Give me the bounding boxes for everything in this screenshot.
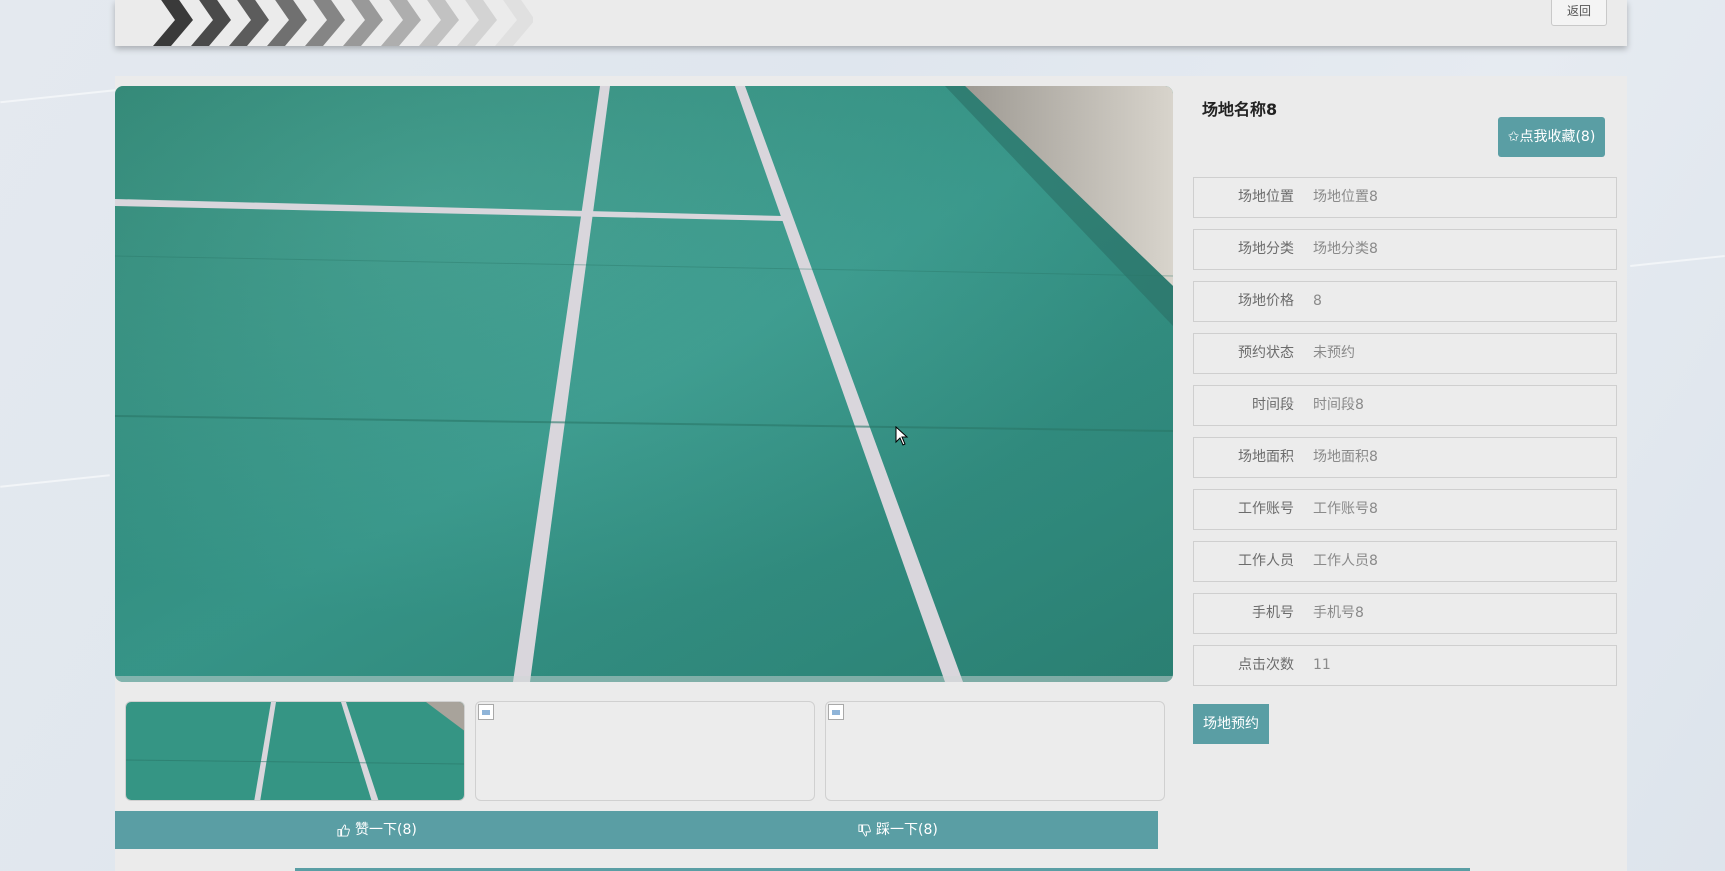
detail-label: 场地面积 [1238, 449, 1294, 465]
detail-value: 时间段8 [1313, 397, 1364, 413]
detail-label: 工作账号 [1238, 501, 1294, 517]
detail-value: 8 [1313, 293, 1322, 309]
detail-value: 场地分类8 [1313, 241, 1378, 257]
detail-label: 场地分类 [1238, 241, 1294, 257]
like-button[interactable]: 赞一下(8) [337, 811, 417, 849]
like-label: 赞一下(8) [355, 822, 417, 838]
vote-bar: 赞一下(8) 踩一下(8) [115, 811, 1158, 849]
broken-image-icon [828, 704, 844, 720]
detail-value: 场地面积8 [1313, 449, 1378, 465]
background-streak [1630, 255, 1725, 267]
detail-row-staff-name: 工作人员 工作人员8 [1193, 541, 1617, 582]
book-venue-button[interactable]: 场地预约 [1193, 704, 1269, 744]
detail-label: 点击次数 [1238, 657, 1294, 673]
detail-row-location: 场地位置 场地位置8 [1193, 177, 1617, 218]
detail-row-staff-account: 工作账号 工作账号8 [1193, 489, 1617, 530]
detail-row-time-slot: 时间段 时间段8 [1193, 385, 1617, 426]
venue-main-image[interactable] [115, 86, 1173, 682]
detail-label: 预约状态 [1238, 345, 1294, 361]
thumbnail-3[interactable] [825, 701, 1165, 801]
broken-image-icon [478, 704, 494, 720]
dislike-button[interactable]: 踩一下(8) [858, 811, 938, 849]
detail-value: 工作账号8 [1313, 501, 1378, 517]
dislike-label: 踩一下(8) [876, 822, 938, 838]
detail-row-phone: 手机号 手机号8 [1193, 593, 1617, 634]
detail-label: 场地位置 [1238, 189, 1294, 205]
detail-value: 未预约 [1313, 345, 1355, 361]
top-bar: 返回 [115, 0, 1627, 46]
detail-row-area: 场地面积 场地面积8 [1193, 437, 1617, 478]
thumbnail-2[interactable] [475, 701, 815, 801]
detail-value: 工作人员8 [1313, 553, 1378, 569]
background-streak [0, 474, 110, 488]
detail-label: 手机号 [1252, 605, 1294, 621]
thumbs-up-icon [337, 823, 350, 837]
detail-value: 手机号8 [1313, 605, 1364, 621]
detail-label: 时间段 [1252, 397, 1294, 413]
detail-label: 工作人员 [1238, 553, 1294, 569]
detail-row-click-count: 点击次数 11 [1193, 645, 1617, 686]
court-photo [115, 86, 1173, 682]
thumbs-down-icon [858, 823, 871, 837]
favorite-button[interactable]: ✩点我收藏(8) [1498, 117, 1605, 157]
detail-value: 场地位置8 [1313, 189, 1378, 205]
detail-label: 场地价格 [1238, 293, 1294, 309]
detail-row-category: 场地分类 场地分类8 [1193, 229, 1617, 270]
main-panel: 赞一下(8) 踩一下(8) 场地名称8 ✩点我收藏(8) 场地位置 场地位置8 … [115, 76, 1627, 871]
background-streak [0, 88, 120, 104]
thumbnail-1[interactable] [125, 701, 465, 801]
detail-row-booking-status: 预约状态 未预约 [1193, 333, 1617, 374]
venue-details: 场地位置 场地位置8 场地分类 场地分类8 场地价格 8 预约状态 未预约 时间… [1193, 177, 1617, 697]
detail-row-price: 场地价格 8 [1193, 281, 1617, 322]
detail-value: 11 [1313, 657, 1331, 673]
court-thumbnail [126, 702, 464, 800]
thumbnail-strip [125, 701, 1165, 801]
chevron-decoration-icon [153, 0, 533, 46]
venue-title: 场地名称8 [1202, 100, 1278, 119]
back-button[interactable]: 返回 [1551, 0, 1607, 26]
mouse-cursor-icon [895, 426, 909, 446]
